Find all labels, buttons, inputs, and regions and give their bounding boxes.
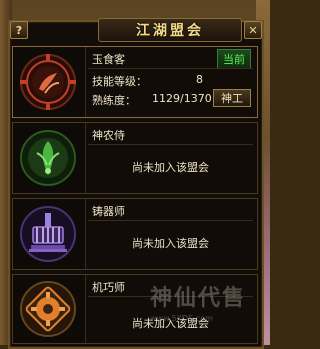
title-button[interactable]: 神工 xyxy=(213,89,251,107)
gear-emblem-icon xyxy=(13,275,83,343)
title-plate: 江湖盟会 xyxy=(98,18,242,42)
guild-name: 机巧师 xyxy=(92,281,125,294)
window-title: 江湖盟会 xyxy=(136,23,204,39)
title-bar: ? 江湖盟会 ✕ xyxy=(8,18,262,42)
cook-emblem-icon xyxy=(13,47,83,117)
guild-info-gear: 机巧师 尚未加入该盟会 xyxy=(85,275,255,343)
info-divider xyxy=(88,220,253,221)
close-button[interactable]: ✕ xyxy=(244,21,262,39)
guild-info-cook: 玉食客 当前 技能等级： 8 熟练度： 1129/1370 神工 xyxy=(85,47,255,117)
forge-emblem-icon xyxy=(13,199,83,269)
not-joined-text: 尚未加入该盟会 xyxy=(132,237,209,250)
proficiency-value: 1129/1370 xyxy=(152,92,212,105)
skill-level-value: 8 xyxy=(196,73,203,86)
help-button[interactable]: ? xyxy=(10,21,28,39)
not-joined-text: 尚未加入该盟会 xyxy=(132,317,209,330)
herb-emblem-icon xyxy=(13,123,83,193)
skill-level-label: 技能等级： xyxy=(92,75,147,88)
info-divider xyxy=(88,144,253,145)
guild-info-herb: 神农侍 尚未加入该盟会 xyxy=(85,123,255,193)
guild-name: 玉食客 xyxy=(92,53,125,66)
info-divider xyxy=(88,296,253,297)
guild-row-forge[interactable]: 铸器师 尚未加入该盟会 xyxy=(12,198,258,270)
guild-row-cook[interactable]: 玉食客 当前 技能等级： 8 熟练度： 1129/1370 神工 xyxy=(12,46,258,118)
guild-row-herb[interactable]: 神农侍 尚未加入该盟会 xyxy=(12,122,258,194)
not-joined-text: 尚未加入该盟会 xyxy=(132,161,209,174)
guild-info-forge: 铸器师 尚未加入该盟会 xyxy=(85,199,255,269)
guild-name: 神农侍 xyxy=(92,129,125,142)
guild-row-gear[interactable]: 机巧师 尚未加入该盟会 xyxy=(12,274,258,344)
guild-name: 铸器师 xyxy=(92,205,125,218)
current-badge: 当前 xyxy=(217,49,251,69)
info-divider xyxy=(88,68,253,69)
proficiency-label: 熟练度： xyxy=(92,94,136,107)
